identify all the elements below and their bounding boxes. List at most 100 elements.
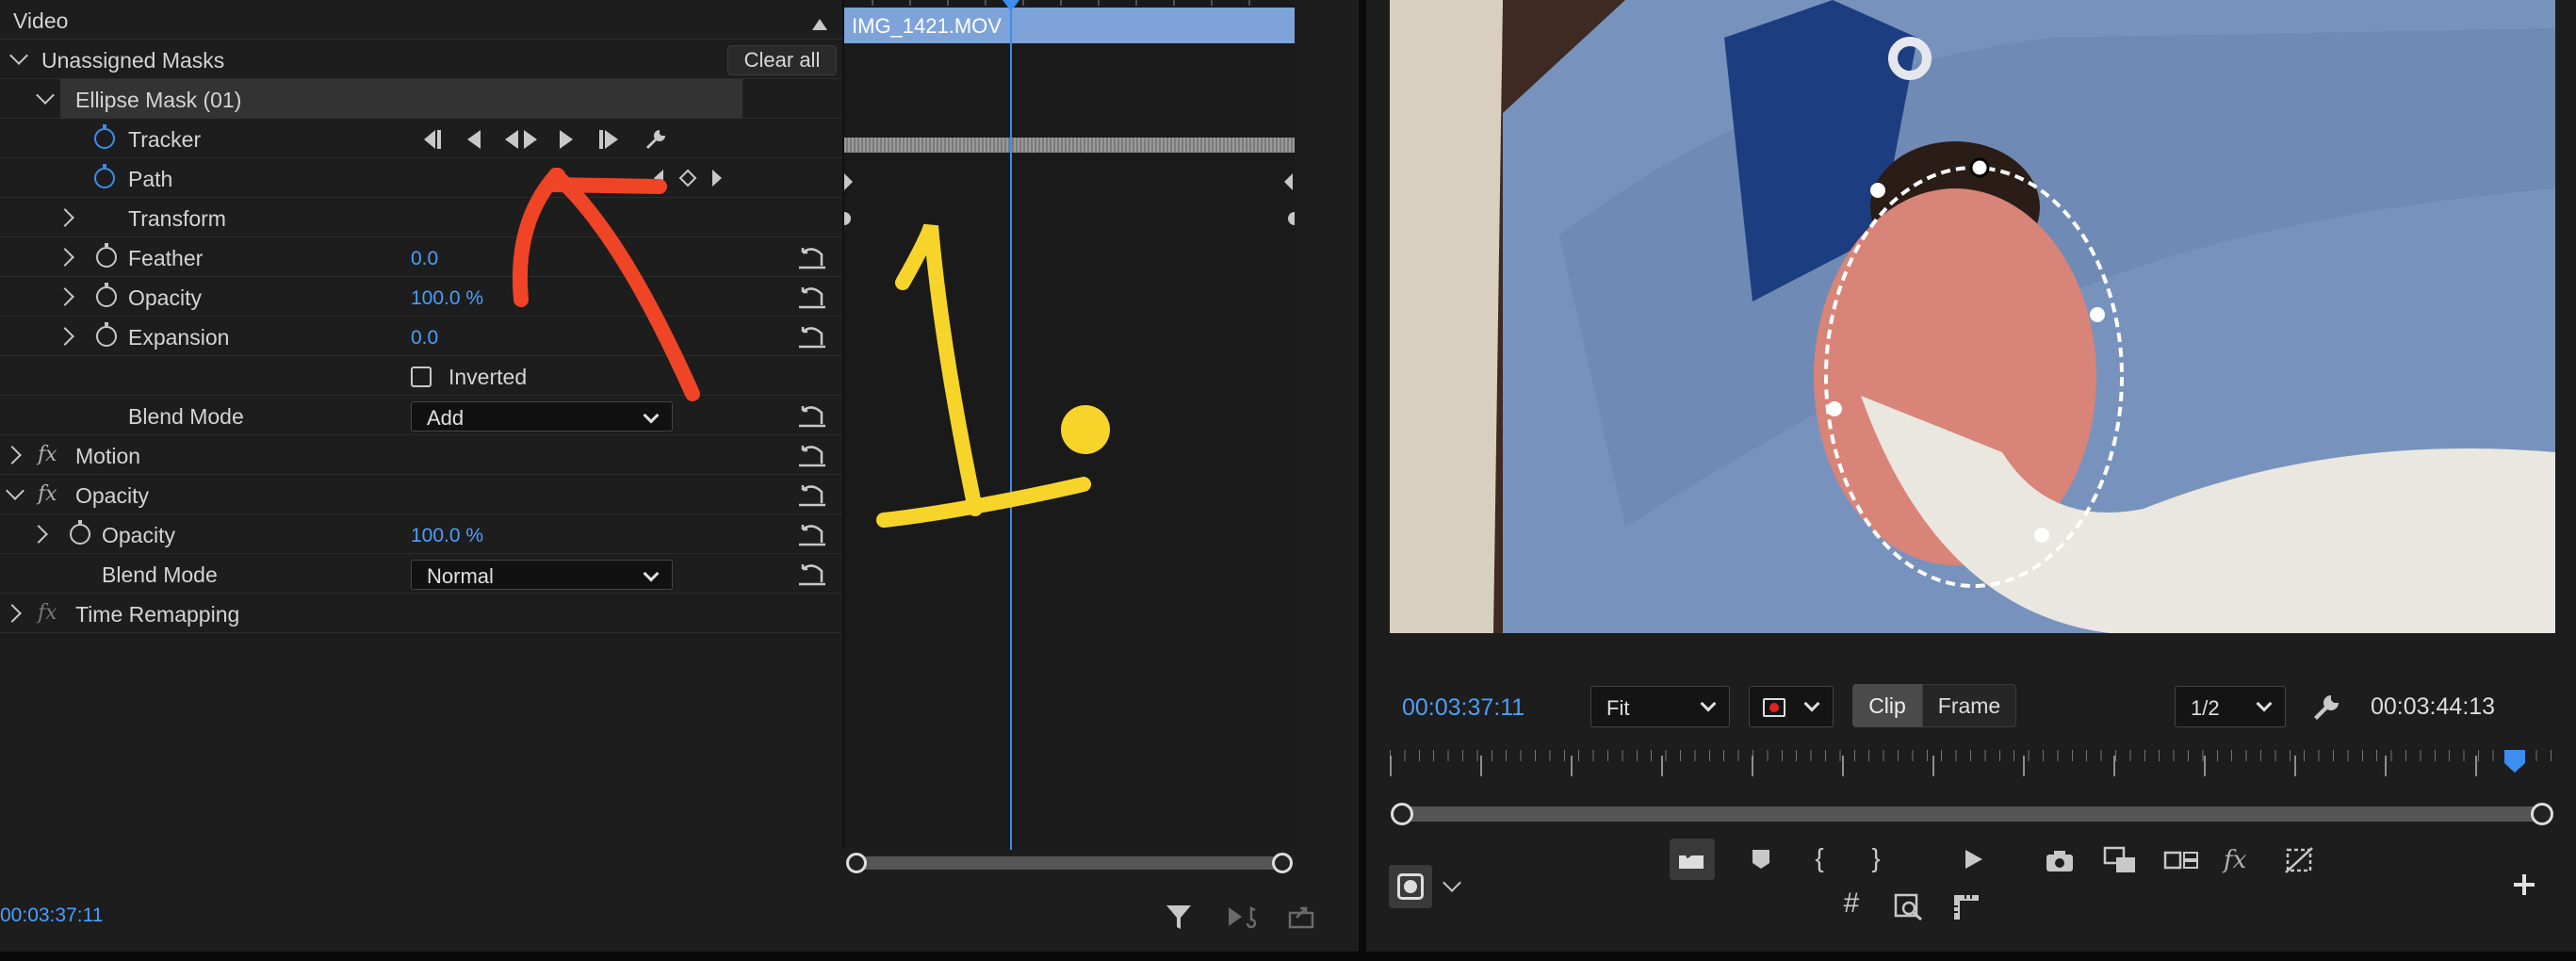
frame-button[interactable]: Frame xyxy=(1922,684,2016,727)
chevron-right-icon[interactable] xyxy=(56,327,74,346)
opacity-section-row[interactable]: fx Opacity xyxy=(0,475,842,514)
wrench-icon[interactable] xyxy=(2312,693,2340,722)
expansion-value[interactable]: 0.0 xyxy=(411,327,438,350)
unassigned-masks-row[interactable]: Unassigned Masks Clear all xyxy=(0,40,842,79)
mask-opacity-value[interactable]: 100.0 % xyxy=(411,287,483,310)
reset-icon[interactable] xyxy=(797,562,827,588)
chevron-right-icon[interactable] xyxy=(29,525,48,544)
reset-icon[interactable] xyxy=(797,443,827,469)
mask-blend-mode-dropdown[interactable]: Add xyxy=(411,401,673,432)
clear-all-button[interactable]: Clear all xyxy=(727,45,837,75)
transform-row[interactable]: Transform xyxy=(0,198,842,237)
play-icon[interactable] xyxy=(1964,848,1984,871)
color-mode-dropdown[interactable] xyxy=(1749,686,1834,727)
transform-keyframe-start[interactable] xyxy=(844,212,854,225)
zoom-handle-left[interactable] xyxy=(846,853,867,873)
video-frame[interactable] xyxy=(1390,0,2555,633)
program-zoom-handle-left[interactable] xyxy=(1391,803,1413,825)
collapse-up-icon[interactable] xyxy=(812,19,827,30)
fx-icon[interactable]: fx xyxy=(2224,846,2246,874)
reset-icon[interactable] xyxy=(797,522,827,548)
resolution-dropdown[interactable]: 1/2 xyxy=(2175,686,2286,727)
opacity-value[interactable]: 100.0 % xyxy=(411,525,483,547)
fx-icon[interactable]: fx xyxy=(38,601,57,625)
chevron-right-icon[interactable] xyxy=(3,604,22,623)
plus-icon[interactable] xyxy=(2512,872,2536,897)
mark-out-icon[interactable]: } xyxy=(1862,844,1890,872)
path-keyframe-start[interactable] xyxy=(844,173,854,190)
video-header-row[interactable]: Video xyxy=(0,0,842,40)
reset-icon[interactable] xyxy=(797,285,827,311)
track-backward-icon[interactable] xyxy=(420,130,445,149)
transform-keyframe-end[interactable] xyxy=(1287,212,1296,225)
fx-icon[interactable]: fx xyxy=(38,482,57,506)
prev-keyframe-icon[interactable] xyxy=(652,170,665,187)
reset-icon[interactable] xyxy=(797,482,827,509)
lift-button[interactable] xyxy=(1670,839,1715,880)
track-forward-icon[interactable] xyxy=(597,130,622,149)
stopwatch-icon[interactable] xyxy=(94,164,115,188)
effect-controls-timecode[interactable]: 00:03:37:11 xyxy=(0,904,103,927)
zoom-search-icon[interactable] xyxy=(1894,893,1924,921)
program-playhead[interactable] xyxy=(2504,750,2525,773)
filter-icon[interactable] xyxy=(1165,903,1193,931)
chevron-right-icon[interactable] xyxy=(3,446,22,464)
stopwatch-icon[interactable] xyxy=(96,322,117,347)
reset-icon[interactable] xyxy=(797,324,827,350)
track-back-one-frame-icon[interactable] xyxy=(465,130,484,149)
mask-opacity-label: Opacity xyxy=(128,285,202,310)
motion-row[interactable]: fx Motion xyxy=(0,435,842,475)
proxy-toggle-icon[interactable] xyxy=(2284,846,2314,874)
ruler-guides-icon[interactable] xyxy=(1952,893,1981,921)
track-both-directions-icon[interactable] xyxy=(505,130,539,149)
export-icon[interactable] xyxy=(1287,904,1315,929)
chevron-down-icon[interactable] xyxy=(9,46,28,65)
wrench-icon[interactable] xyxy=(644,128,667,151)
panel-divider[interactable] xyxy=(1359,0,1366,961)
mark-in-icon[interactable]: { xyxy=(1805,844,1834,872)
chevron-down-icon[interactable] xyxy=(36,86,55,105)
stopwatch-icon[interactable] xyxy=(96,283,117,307)
multicam-icon[interactable] xyxy=(2163,848,2199,872)
time-remapping-row[interactable]: fx Time Remapping xyxy=(0,594,842,633)
program-monitor-panel: 00:03:37:11 Fit Clip Frame 1/2 00:03:44:… xyxy=(1366,0,2576,961)
inverted-row: Inverted xyxy=(0,356,842,396)
clip-button[interactable]: Clip xyxy=(1852,684,1922,727)
path-keyframe-end[interactable] xyxy=(1283,173,1293,190)
fx-icon[interactable]: fx xyxy=(38,443,57,466)
timeline-zoom-scrollbar[interactable] xyxy=(854,856,1285,870)
zoom-handle-right[interactable] xyxy=(1272,853,1293,873)
camera-icon[interactable] xyxy=(2045,848,2075,872)
chevron-right-icon[interactable] xyxy=(56,208,74,227)
program-zoom-handle-right[interactable] xyxy=(2531,803,2553,825)
ellipse-mask-row[interactable]: Ellipse Mask (01) xyxy=(0,79,842,119)
current-timecode[interactable]: 00:03:37:11 xyxy=(1402,694,1524,722)
chevron-right-icon[interactable] xyxy=(56,248,74,267)
inverted-checkbox[interactable] xyxy=(411,366,432,387)
next-keyframe-icon[interactable] xyxy=(710,170,724,187)
clip-bar[interactable]: IMG_1421.MOV xyxy=(844,8,1295,43)
opacity-section-label: Opacity xyxy=(75,483,149,508)
mask-blend-mode-row: Blend Mode Add xyxy=(0,396,842,435)
safe-margins-icon[interactable]: # xyxy=(1835,889,1867,918)
add-keyframe-icon[interactable] xyxy=(678,169,697,187)
blend-mode-dropdown[interactable]: Normal xyxy=(411,560,673,590)
stopwatch-icon[interactable] xyxy=(70,520,90,545)
chevron-down-icon[interactable] xyxy=(1443,873,1461,892)
feather-value[interactable]: 0.0 xyxy=(411,248,438,270)
marker-icon[interactable] xyxy=(1751,848,1771,871)
zoom-dropdown[interactable]: Fit xyxy=(1590,686,1730,727)
program-zoom-scrollbar[interactable] xyxy=(1400,806,2544,822)
reset-icon[interactable] xyxy=(797,245,827,271)
reset-icon[interactable] xyxy=(797,403,827,430)
capture-button[interactable] xyxy=(1389,865,1432,908)
zoom-value: Fit xyxy=(1606,696,1630,720)
chevron-down-icon[interactable] xyxy=(6,481,24,500)
stopwatch-icon[interactable] xyxy=(96,243,117,268)
audio-play-icon[interactable] xyxy=(1227,904,1257,929)
time-ruler[interactable] xyxy=(844,0,1295,8)
track-forward-one-frame-icon[interactable] xyxy=(558,130,577,149)
compare-icon[interactable] xyxy=(2103,846,2137,874)
chevron-right-icon[interactable] xyxy=(56,287,74,306)
stopwatch-icon[interactable] xyxy=(94,124,115,149)
